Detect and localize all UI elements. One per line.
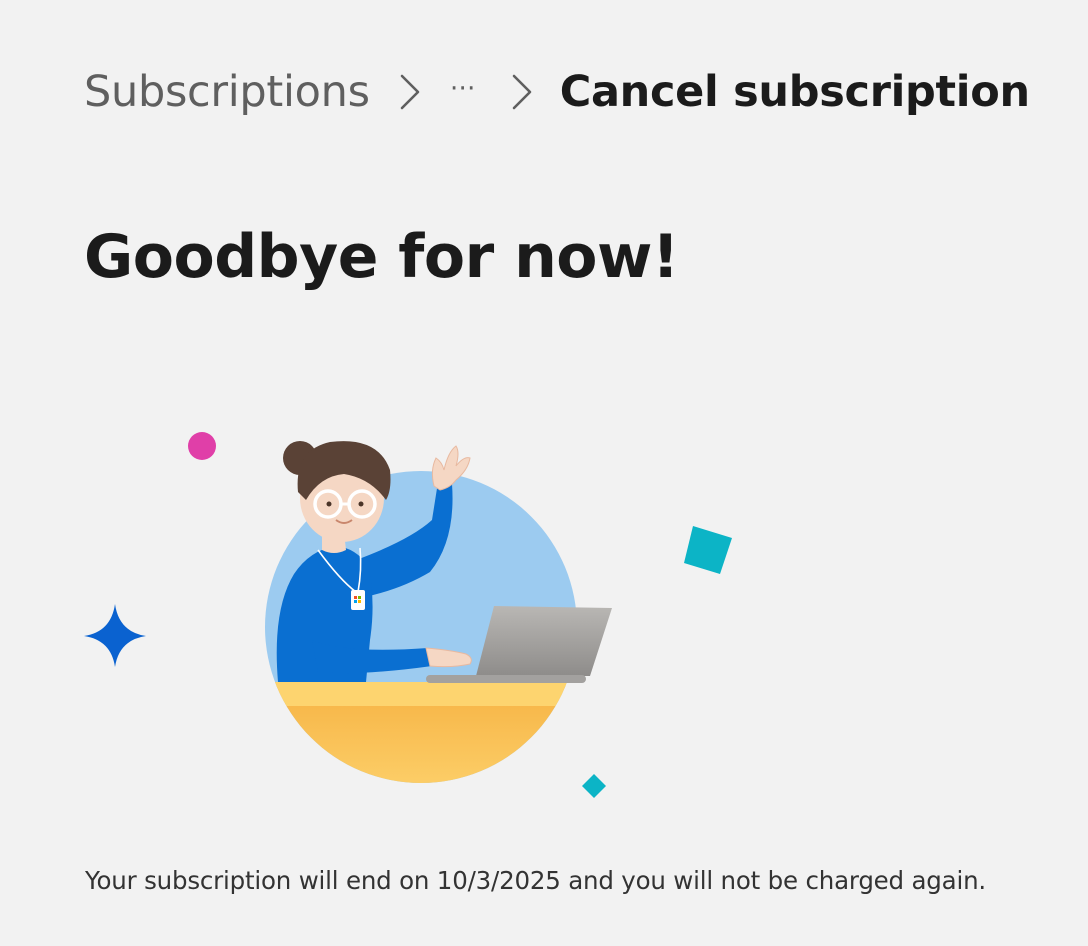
pink-dot-icon bbox=[188, 432, 216, 460]
teal-diamond-icon bbox=[582, 774, 606, 798]
breadcrumb: Subscriptions ⋯ Cancel subscription bbox=[84, 62, 1030, 122]
chevron-right-icon bbox=[394, 72, 426, 112]
teal-square-icon bbox=[684, 526, 732, 574]
breadcrumb-overflow-button[interactable]: ⋯ bbox=[450, 68, 478, 116]
laptop-icon bbox=[476, 606, 612, 676]
page-title: Goodbye for now! bbox=[84, 222, 679, 292]
chevron-right-icon bbox=[506, 72, 538, 112]
sparkle-icon bbox=[84, 604, 146, 667]
goodbye-illustration bbox=[0, 380, 800, 820]
subscription-end-notice: Your subscription will end on 10/3/2025 … bbox=[85, 866, 986, 895]
breadcrumb-current-page: Cancel subscription bbox=[559, 67, 1030, 117]
page: Subscriptions ⋯ Cancel subscription Good… bbox=[0, 0, 1088, 946]
breadcrumb-subscriptions-link[interactable]: Subscriptions bbox=[84, 67, 370, 117]
